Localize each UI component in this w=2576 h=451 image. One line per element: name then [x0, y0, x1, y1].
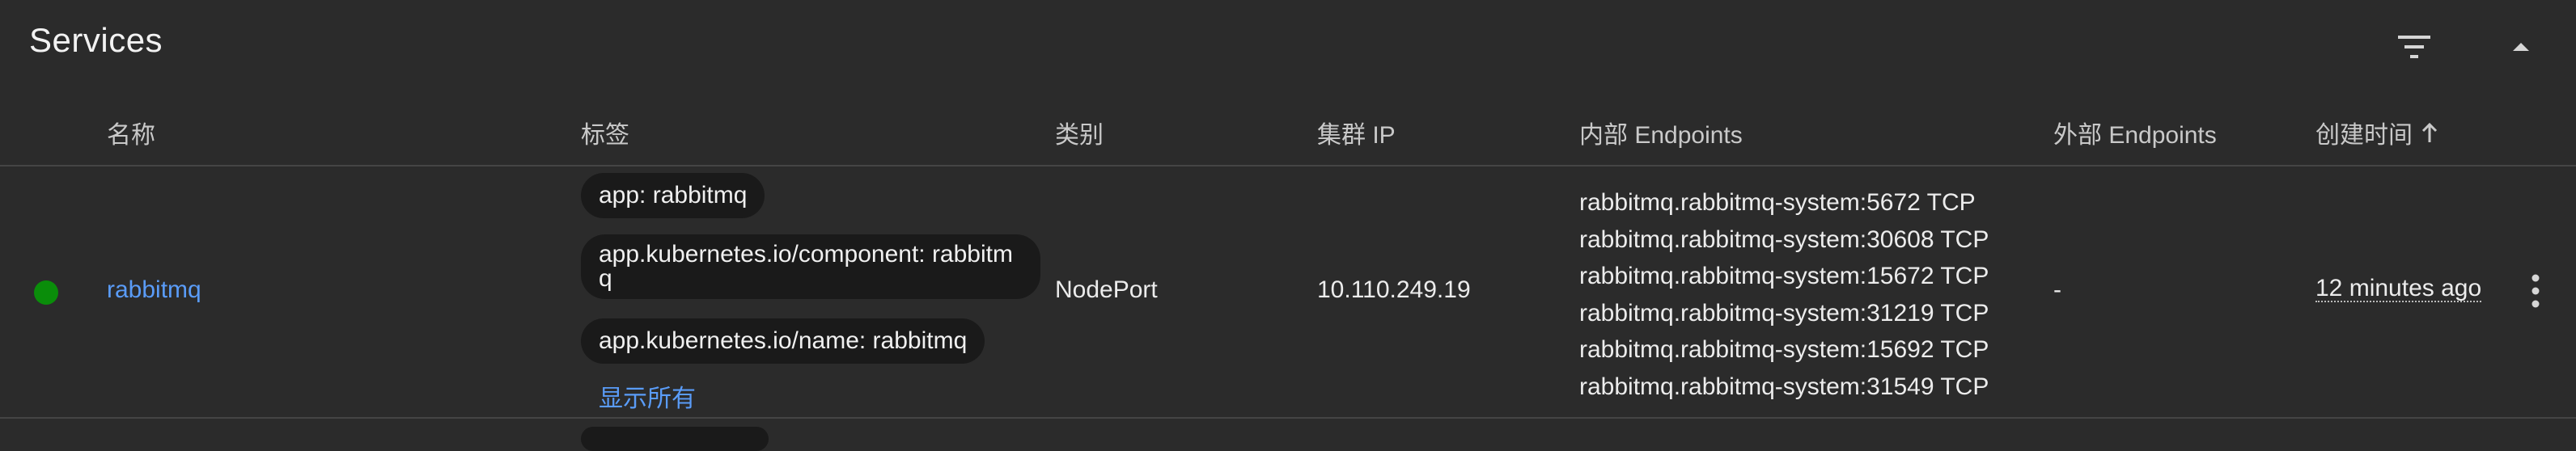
column-name[interactable]: 名称	[107, 115, 155, 150]
show-all-labels-link[interactable]: 显示所有	[599, 378, 696, 414]
arrow-up-icon	[2421, 122, 2438, 150]
created-age: 12 minutes ago	[2315, 275, 2482, 302]
cluster-ip: 10.110.249.19	[1317, 276, 1471, 303]
column-external-endpoints: 外部 Endpoints	[2053, 122, 2217, 149]
internal-endpoint: rabbitmq.rabbitmq-system:30608 TCP	[1579, 226, 1989, 253]
table-row	[0, 166, 2576, 419]
internal-endpoint: rabbitmq.rabbitmq-system:5672 TCP	[1579, 189, 1976, 216]
label-chip: app.kubernetes.io/name: rabbitmq	[581, 318, 985, 364]
services-card: Services 名称 标签 类别 集群 IP 内部 Endpoints 外部 …	[0, 0, 2576, 451]
column-type: 类别	[1055, 122, 1104, 149]
collapse-up-icon[interactable]	[2498, 24, 2544, 70]
column-labels: 标签	[581, 122, 629, 149]
card-header: Services	[0, 0, 2576, 91]
status-ok-icon	[34, 280, 58, 305]
section-title: Services	[29, 21, 163, 59]
filter-icon[interactable]	[2392, 24, 2437, 70]
service-type: NodePort	[1055, 276, 1158, 303]
service-name-link[interactable]: rabbitmq	[107, 276, 201, 304]
internal-endpoints-list: rabbitmq.rabbitmq-system:5672 TCP rabbit…	[1579, 184, 1989, 405]
next-row-label-chip	[581, 427, 769, 451]
external-endpoints: -	[2053, 276, 2061, 303]
column-created-label: 创建时间	[2315, 122, 2413, 149]
internal-endpoint: rabbitmq.rabbitmq-system:15672 TCP	[1579, 263, 1989, 289]
column-internal-endpoints: 内部 Endpoints	[1579, 122, 1743, 149]
column-created[interactable]: 创建时间	[2315, 115, 2438, 150]
more-vert-icon[interactable]	[2524, 272, 2547, 310]
label-chip: app.kubernetes.io/component: rabbitmq	[581, 234, 1040, 299]
table-header: 名称 标签 类别 集群 IP 内部 Endpoints 外部 Endpoints…	[0, 97, 2576, 166]
label-chip: app: rabbitmq	[581, 173, 765, 218]
internal-endpoint: rabbitmq.rabbitmq-system:31219 TCP	[1579, 299, 1989, 327]
internal-endpoint: rabbitmq.rabbitmq-system:31549 TCP	[1579, 373, 1989, 400]
internal-endpoint: rabbitmq.rabbitmq-system:15692 TCP	[1579, 336, 1989, 363]
column-cluster-ip: 集群 IP	[1317, 122, 1396, 149]
